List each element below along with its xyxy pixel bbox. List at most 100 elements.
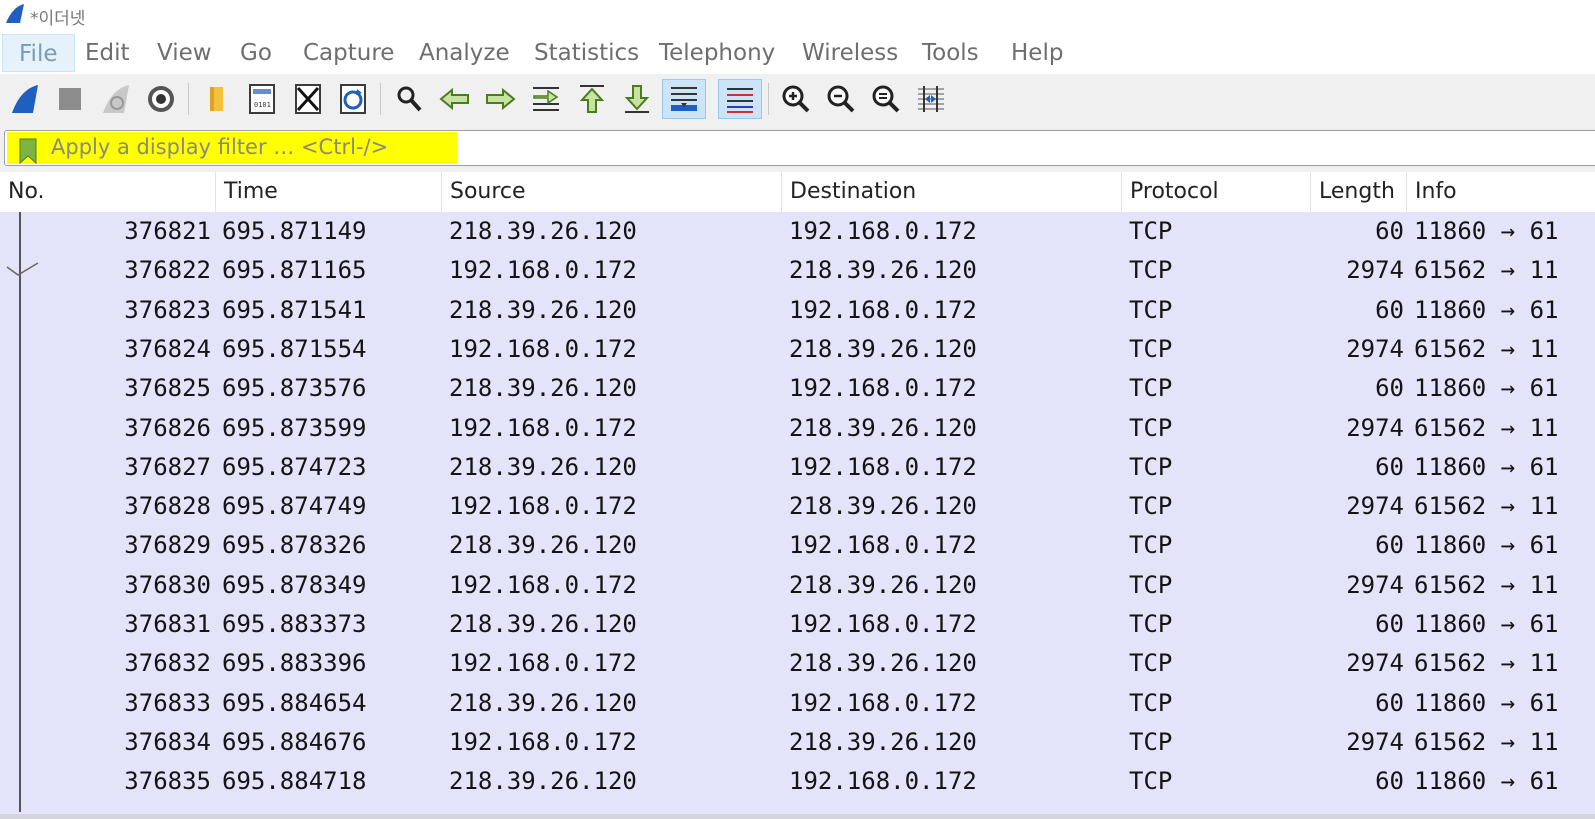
cell-source: 192.168.0.172 [449, 413, 637, 442]
packet-row[interactable]: 376821 695.871149 218.39.26.120 192.168.0.1… [0, 212, 1595, 251]
cell-source: 192.168.0.172 [449, 570, 637, 599]
cell-protocol: TCP [1129, 727, 1173, 756]
packet-row[interactable]: 376833 695.884654 218.39.26.120 192.168.0.1… [0, 684, 1595, 723]
cell-length: 2974 [1346, 649, 1404, 678]
normal-size-icon[interactable] [866, 79, 906, 119]
cell-length: 2974 [1346, 413, 1404, 442]
cell-destination: 218.39.26.120 [789, 334, 977, 363]
cell-info: 11860 → 61 [1414, 452, 1559, 481]
cell-source: 192.168.0.172 [449, 334, 637, 363]
cell-no: 376821 [124, 217, 211, 245]
close-file-icon[interactable] [288, 79, 328, 119]
cell-info: 11860 → 61 [1414, 295, 1559, 324]
packet-row[interactable]: 376825 695.873576 218.39.26.120 192.168.0.1… [0, 369, 1595, 408]
packet-list-header: No. Time Source Destination Protocol Len… [0, 172, 1595, 213]
cell-time: 695.871554 [222, 334, 367, 363]
cell-info: 61562 → 11 [1414, 570, 1559, 599]
zoom-in-icon[interactable] [776, 79, 816, 119]
packet-row[interactable]: 376828 695.874749 192.168.0.172 218.39.26.1… [0, 487, 1595, 526]
go-last-packet-icon[interactable] [617, 79, 657, 119]
cell-length: 60 [1375, 531, 1404, 560]
bookmark-icon[interactable] [19, 138, 37, 164]
cell-protocol: TCP [1129, 649, 1173, 678]
cell-time: 695.873576 [222, 374, 367, 403]
cell-info: 61562 → 11 [1414, 256, 1559, 285]
stop-capture-icon[interactable] [50, 79, 90, 119]
cell-time: 695.874723 [222, 452, 367, 481]
cell-destination: 192.168.0.172 [789, 610, 977, 638]
packet-row[interactable]: 376834 695.884676 192.168.0.172 218.39.26.1… [0, 723, 1595, 762]
cell-info: 11860 → 61 [1414, 610, 1559, 638]
cell-time: 695.871165 [222, 256, 367, 285]
cell-protocol: TCP [1129, 374, 1173, 403]
cell-protocol: TCP [1129, 217, 1173, 245]
reload-file-icon[interactable] [333, 79, 373, 119]
cell-source: 218.39.26.120 [449, 374, 637, 403]
packet-row[interactable]: 376823 695.871541 218.39.26.120 192.168.0.1… [0, 291, 1595, 330]
menu-capture[interactable]: Capture [287, 34, 410, 72]
cell-source: 218.39.26.120 [449, 295, 637, 324]
packet-list[interactable]: No. Time Source Destination Protocol Len… [0, 172, 1595, 819]
window-title: *이더넷 [30, 9, 86, 29]
zoom-out-icon[interactable] [821, 79, 861, 119]
cell-destination: 192.168.0.172 [789, 531, 977, 560]
packet-row[interactable]: 376831 695.883373 218.39.26.120 192.168.0.1… [0, 605, 1595, 644]
menu-view[interactable]: View [141, 34, 228, 72]
colorize-icon[interactable] [718, 79, 762, 119]
cell-protocol: TCP [1129, 610, 1173, 638]
cell-destination: 192.168.0.172 [789, 688, 977, 717]
go-forward-icon[interactable] [480, 79, 520, 119]
related-packet-line [19, 212, 21, 812]
go-to-packet-icon[interactable] [526, 79, 566, 119]
cell-protocol: TCP [1129, 688, 1173, 717]
menu-go[interactable]: Go [224, 34, 288, 72]
column-header-info[interactable]: Info [1407, 172, 1595, 212]
cell-no: 376828 [124, 492, 211, 521]
cell-source: 218.39.26.120 [449, 688, 637, 717]
restart-capture-icon[interactable] [96, 79, 136, 119]
packet-row[interactable]: 376827 695.874723 218.39.26.120 192.168.0.1… [0, 448, 1595, 487]
packet-row[interactable]: 376835 695.884718 218.39.26.120 192.168.0.1… [0, 762, 1595, 801]
menu-file[interactable]: File [2, 34, 75, 72]
menu-statistics[interactable]: Statistics [518, 34, 655, 72]
column-header-length[interactable]: Length [1311, 172, 1407, 212]
column-header-time[interactable]: Time [216, 172, 442, 212]
packet-row[interactable]: 376830 695.878349 192.168.0.172 218.39.26.1… [0, 566, 1595, 605]
column-header-destination[interactable]: Destination [782, 172, 1122, 212]
cell-protocol: TCP [1129, 570, 1173, 599]
menu-edit[interactable]: Edit [69, 34, 146, 72]
cell-time: 695.884654 [222, 688, 367, 717]
menu-tools[interactable]: Tools [906, 34, 995, 72]
cell-source: 218.39.26.120 [449, 452, 637, 481]
packet-row[interactable]: 376822 695.871165 192.168.0.172 218.39.26.1… [0, 251, 1595, 290]
go-back-icon[interactable] [435, 79, 475, 119]
column-header-no[interactable]: No. [0, 172, 216, 212]
cell-no: 376830 [124, 570, 211, 599]
cell-source: 218.39.26.120 [449, 610, 637, 638]
open-file-icon[interactable] [196, 79, 236, 119]
auto-scroll-icon[interactable] [662, 79, 706, 119]
menu-help[interactable]: Help [995, 34, 1079, 72]
save-file-icon[interactable]: 0101 [242, 79, 282, 119]
column-header-protocol[interactable]: Protocol [1122, 172, 1311, 212]
menu-analyze[interactable]: Analyze [403, 34, 526, 72]
display-filter-input[interactable]: Apply a display filter … <Ctrl-/> [4, 130, 1595, 166]
cell-source: 218.39.26.120 [449, 767, 637, 796]
start-capture-icon[interactable] [5, 79, 45, 119]
resize-columns-icon[interactable] [911, 79, 951, 119]
packet-row[interactable]: 376824 695.871554 192.168.0.172 218.39.26.1… [0, 330, 1595, 369]
find-packet-icon[interactable] [389, 79, 429, 119]
packet-row[interactable]: 376829 695.878326 218.39.26.120 192.168.0.1… [0, 526, 1595, 565]
cell-time: 695.871149 [222, 217, 367, 245]
cell-no: 376834 [124, 727, 211, 756]
column-header-source[interactable]: Source [442, 172, 782, 212]
cell-time: 695.878326 [222, 531, 367, 560]
menu-telephony[interactable]: Telephony [643, 34, 791, 72]
go-first-packet-icon[interactable] [572, 79, 612, 119]
capture-options-icon[interactable] [141, 79, 181, 119]
packet-row[interactable]: 376832 695.883396 192.168.0.172 218.39.26.1… [0, 644, 1595, 683]
menu-wireless[interactable]: Wireless [786, 34, 914, 72]
title-bar: *이더넷 [0, 0, 1595, 30]
packet-row[interactable]: 376826 695.873599 192.168.0.172 218.39.26.1… [0, 409, 1595, 448]
cell-length: 60 [1375, 452, 1404, 481]
